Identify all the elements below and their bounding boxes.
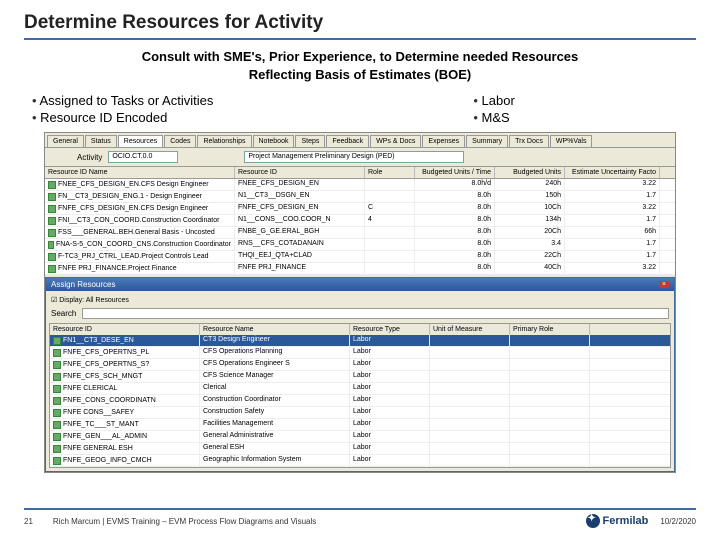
- tab-wps[interactable]: WPs & Docs: [370, 135, 421, 147]
- col-resource-id[interactable]: Resource ID: [235, 167, 365, 178]
- resource-icon: [53, 373, 61, 381]
- resource-icon: [53, 349, 61, 357]
- tab-trx[interactable]: Trx Docs: [509, 135, 549, 147]
- subtitle-line2: Reflecting Basis of Estimates (BOE): [249, 67, 472, 82]
- resource-icon: [53, 421, 61, 429]
- resource-icon: [48, 253, 56, 261]
- tab-relationships[interactable]: Relationships: [197, 135, 251, 147]
- table-row[interactable]: FNFE PRJ_FINANCE.Project FinanceFNFE PRJ…: [45, 263, 675, 275]
- list-item[interactable]: FNFE CLERICALClericalLabor: [50, 383, 670, 395]
- col-rtype[interactable]: Resource Type: [350, 324, 430, 335]
- list-item[interactable]: FNFE_GEOG_INFO_CMCHGeographic Informatio…: [50, 455, 670, 467]
- bullets-left: Assigned to Tasks or Activities Resource…: [32, 92, 213, 126]
- subtitle-line1: Consult with SME's, Prior Experience, to…: [142, 49, 579, 64]
- tab-wpvals[interactable]: WP%Vals: [550, 135, 593, 147]
- filter-row: Activity OCIO.CT.0.0 Project Management …: [45, 148, 675, 167]
- col-units[interactable]: Budgeted Units: [495, 167, 565, 178]
- bullet-item: Resource ID Encoded: [32, 109, 213, 126]
- col-rid[interactable]: Resource ID: [50, 324, 200, 335]
- table-row[interactable]: FNFE_CFS_DESIGN_EN.CFS Design EngineerFN…: [45, 203, 675, 215]
- footer-date: 10/2/2020: [660, 517, 696, 526]
- assign-grid: Resource ID Resource Name Resource Type …: [49, 323, 671, 468]
- assign-resources-titlebar[interactable]: Assign Resources ×: [46, 278, 674, 291]
- activity-label: Activity: [77, 153, 102, 162]
- col-uncertainty[interactable]: Estimate Uncertainty Facto: [565, 167, 660, 178]
- tab-status[interactable]: Status: [85, 135, 117, 147]
- list-item[interactable]: FNFE_CONS_COORDINATNConstruction Coordin…: [50, 395, 670, 407]
- list-item[interactable]: FNFE_CFS_OPERTNS_PLCFS Operations Planni…: [50, 347, 670, 359]
- list-item[interactable]: FNFE CONS__SAFEYConstruction SafetyLabor: [50, 407, 670, 419]
- resource-icon: [53, 457, 61, 465]
- tab-summary[interactable]: Summary: [466, 135, 508, 147]
- list-item[interactable]: FNFE_CFS_SCH_MNGTCFS Science ManagerLabo…: [50, 371, 670, 383]
- tab-notebook[interactable]: Notebook: [253, 135, 295, 147]
- col-uom[interactable]: Unit of Measure: [430, 324, 510, 335]
- resource-icon: [48, 265, 56, 273]
- resource-icon: [53, 337, 61, 345]
- table-row[interactable]: FSS___GENERAL.BEH.General Basis - Uncost…: [45, 227, 675, 239]
- app-window: General Status Resources Codes Relations…: [44, 132, 676, 473]
- footer-text: Rich Marcum | EVMS Training – EVM Proces…: [33, 517, 586, 526]
- resource-icon: [53, 409, 61, 417]
- resource-icon: [53, 361, 61, 369]
- search-label: Search: [51, 309, 76, 318]
- table-row[interactable]: F-TC3_PRJ_CTRL_LEAD.Project Controls Lea…: [45, 251, 675, 263]
- col-role[interactable]: Role: [365, 167, 415, 178]
- slide-title: Determine Resources for Activity: [24, 12, 696, 40]
- tab-resources[interactable]: Resources: [118, 135, 163, 147]
- assign-resources-window: Assign Resources × ☑ Display: All Resour…: [45, 277, 675, 472]
- resource-icon: [53, 433, 61, 441]
- page-number: 21: [24, 517, 33, 526]
- tab-expenses[interactable]: Expenses: [422, 135, 465, 147]
- bullet-item: Labor: [473, 92, 514, 109]
- bullet-item: Assigned to Tasks or Activities: [32, 92, 213, 109]
- logo-icon: [586, 514, 600, 528]
- close-icon[interactable]: ×: [659, 281, 669, 288]
- resource-icon: [53, 385, 61, 393]
- table-row[interactable]: FNA-S-5_CON_COORD_CNS.Construction Coord…: [45, 239, 675, 251]
- resource-grid: Resource ID Name Resource ID Role Budget…: [45, 167, 675, 275]
- list-item[interactable]: FNFE_GEN___AL_ADMINGeneral Administrativ…: [50, 431, 670, 443]
- list-item[interactable]: FN1__CT3_DESE_ENCT3 Design EngineerLabor: [50, 335, 670, 347]
- resource-icon: [48, 193, 56, 201]
- task-field[interactable]: Project Management Preliminary Design (P…: [244, 151, 464, 163]
- activity-field[interactable]: OCIO.CT.0.0: [108, 151, 178, 163]
- resource-icon: [48, 181, 56, 189]
- col-resource-name[interactable]: Resource ID Name: [45, 167, 235, 178]
- display-all-checkbox[interactable]: ☑ Display: All Resources: [49, 294, 671, 306]
- assign-resources-title: Assign Resources: [51, 280, 115, 289]
- col-prole[interactable]: Primary Role: [510, 324, 590, 335]
- tab-general[interactable]: General: [47, 135, 84, 147]
- col-units-time[interactable]: Budgeted Units / Time: [415, 167, 495, 178]
- search-input[interactable]: [82, 308, 669, 319]
- bullets-right: Labor M&S: [473, 92, 514, 126]
- resource-icon: [48, 241, 54, 249]
- table-row[interactable]: FNI__CT3_CON_COORD.Construction Coordina…: [45, 215, 675, 227]
- col-rname[interactable]: Resource Name: [200, 324, 350, 335]
- table-row[interactable]: FNEE_CFS_DESIGN_EN.CFS Design EngineerFN…: [45, 179, 675, 191]
- tab-codes[interactable]: Codes: [164, 135, 196, 147]
- resource-icon: [48, 229, 56, 237]
- grid-header: Resource ID Name Resource ID Role Budget…: [45, 167, 675, 179]
- resource-icon: [48, 217, 56, 225]
- slide-subtitle: Consult with SME's, Prior Experience, to…: [24, 48, 696, 84]
- tab-steps[interactable]: Steps: [295, 135, 325, 147]
- resource-icon: [53, 445, 61, 453]
- fermilab-logo: Fermilab: [586, 514, 649, 528]
- slide-footer: 21 Rich Marcum | EVMS Training – EVM Pro…: [24, 508, 696, 532]
- list-item[interactable]: FNFE_TC___ST_MANTFacilities ManagementLa…: [50, 419, 670, 431]
- list-item[interactable]: FNFE_CFS_OPERTNS_S?CFS Operations Engine…: [50, 359, 670, 371]
- tab-bar: General Status Resources Codes Relations…: [45, 133, 675, 148]
- list-item[interactable]: FNFE GENERAL ESHGeneral ESHLabor: [50, 443, 670, 455]
- resource-icon: [53, 397, 61, 405]
- bullets-row: Assigned to Tasks or Activities Resource…: [24, 92, 696, 126]
- resource-icon: [48, 205, 56, 213]
- tab-feedback[interactable]: Feedback: [326, 135, 369, 147]
- bullet-item: M&S: [473, 109, 514, 126]
- table-row[interactable]: FN__CT3_DESIGN_ENG.1 - Design EngineerN1…: [45, 191, 675, 203]
